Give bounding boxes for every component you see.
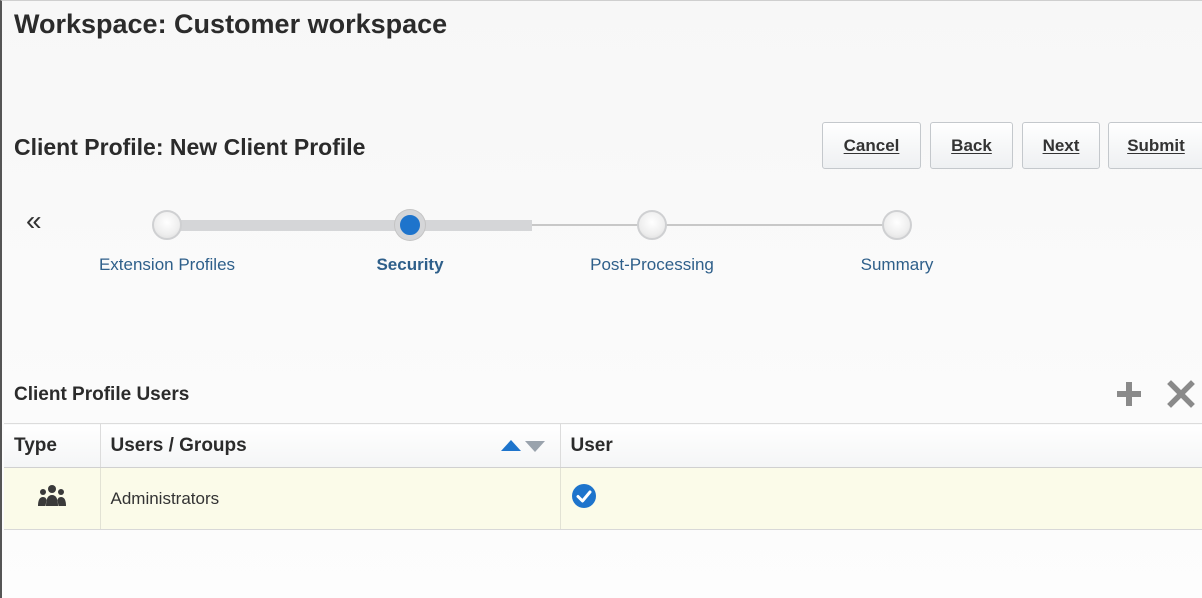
users-groups-cell: Administrators [100, 467, 561, 530]
train-connector [532, 224, 898, 226]
train-stop-security[interactable] [395, 210, 425, 240]
cancel-button[interactable]: Cancel [822, 122, 921, 169]
workspace-title: Workspace: Customer workspace [14, 9, 448, 39]
users-table: Type Users / Groups User Administrators [4, 423, 1202, 530]
plus-icon[interactable] [1112, 377, 1146, 411]
train-label-extension-profiles[interactable]: Extension Profiles [99, 255, 235, 275]
sort-controls [500, 437, 548, 455]
column-header-user[interactable]: User [560, 423, 1202, 468]
page-title: Client Profile: New Client Profile [14, 134, 366, 160]
column-header-label: User [570, 434, 613, 456]
section-title: Client Profile Users [14, 384, 190, 405]
train-connector [167, 220, 410, 231]
train-stop-extension-profiles[interactable] [152, 210, 182, 240]
sort-descending-icon[interactable] [524, 437, 546, 455]
sort-ascending-icon[interactable] [500, 437, 522, 455]
submit-button[interactable]: Submit [1108, 122, 1202, 169]
train-stop-summary[interactable] [882, 210, 912, 240]
type-cell [4, 467, 101, 530]
train-label-security[interactable]: Security [376, 255, 443, 275]
column-header-label: Users / Groups [110, 434, 247, 456]
column-header-type[interactable]: Type [4, 423, 101, 468]
train-label-summary[interactable]: Summary [861, 255, 934, 275]
app-frame: Workspace: Customer workspace Client Pro… [0, 0, 1202, 598]
wizard-train: Extension Profiles Security Post-Process… [2, 193, 1002, 283]
close-icon[interactable] [1164, 377, 1198, 411]
next-button[interactable]: Next [1022, 122, 1100, 169]
back-button[interactable]: Back [930, 122, 1013, 169]
train-stop-post-processing[interactable] [637, 210, 667, 240]
checkmark-icon[interactable] [571, 483, 597, 514]
train-connector [410, 220, 532, 231]
table-header-row: Type Users / Groups User [4, 423, 1202, 468]
user-cell [560, 467, 1202, 530]
column-header-users-groups[interactable]: Users / Groups [100, 423, 561, 468]
group-icon [37, 484, 67, 513]
column-header-label: Type [14, 434, 57, 456]
train-label-post-processing[interactable]: Post-Processing [590, 255, 714, 275]
table-row[interactable]: Administrators [4, 467, 1202, 530]
